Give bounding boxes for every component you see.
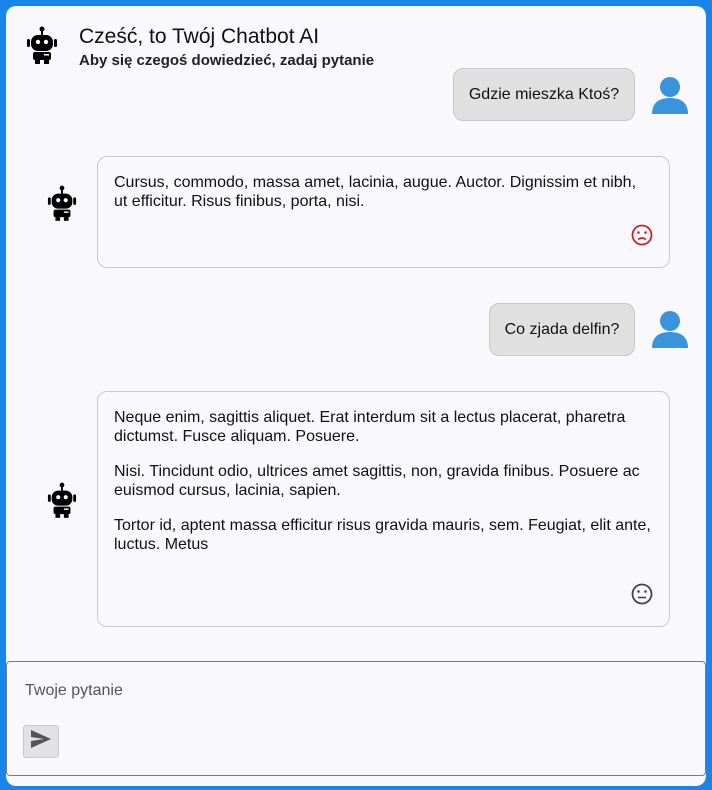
bot-message-paragraph: Cursus, commodo, massa amet, lacinia, au…: [114, 174, 637, 210]
bot-message: Neque enim, sagittis aliquet. Erat inter…: [97, 391, 670, 627]
user-message-text: Gdzie mieszka Ktoś?: [468, 85, 620, 103]
robot-icon: [26, 26, 58, 69]
user-avatar-icon: [650, 310, 690, 355]
sad-face-icon[interactable]: [631, 224, 653, 251]
user-message: Gdzie mieszka Ktoś?: [453, 68, 635, 121]
send-button[interactable]: [23, 725, 59, 758]
bot-message-paragraph: Neque enim, sagittis aliquet. Erat inter…: [114, 409, 626, 445]
page-subtitle: Aby się czegoś dowiedzieć, zadaj pytanie: [79, 52, 375, 69]
bot-message-paragraph: Nisi. Tincidunt odio, ultrices amet sagi…: [114, 463, 640, 499]
question-input-area: [6, 661, 706, 776]
user-message: Co zjada delfin?: [489, 303, 635, 356]
bot-message-paragraph: Tortor id, aptent massa efficitur risus …: [114, 517, 651, 553]
user-avatar-icon: [650, 76, 690, 121]
question-input[interactable]: [23, 676, 687, 706]
robot-icon: [47, 185, 77, 226]
neutral-face-icon[interactable]: [631, 583, 653, 610]
send-icon: [30, 729, 52, 754]
robot-icon: [47, 482, 77, 523]
bot-message: Cursus, commodo, massa amet, lacinia, au…: [97, 156, 670, 268]
page-title: Cześć, to Twój Chatbot AI: [79, 25, 320, 48]
chat-window: Cześć, to Twój Chatbot AI Aby się czegoś…: [6, 6, 706, 786]
user-message-text: Co zjada delfin?: [504, 320, 620, 338]
